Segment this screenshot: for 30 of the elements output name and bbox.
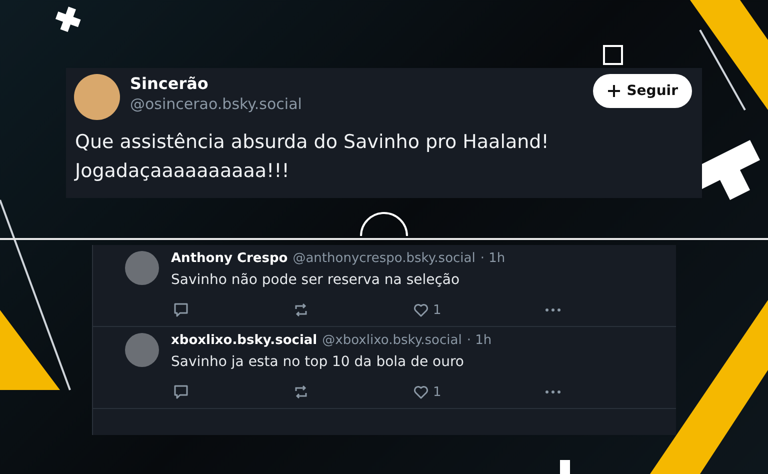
author-handle: @xboxlixo.bsky.social	[322, 333, 462, 348]
post-time: · 1h	[466, 333, 492, 348]
heart-icon	[413, 302, 429, 318]
speech-bubble-icon	[173, 384, 189, 400]
repost-icon	[293, 302, 309, 318]
heart-icon	[413, 384, 429, 400]
reply-text: Savinho ja esta no top 10 da bola de ouro	[171, 354, 465, 370]
avatar	[74, 74, 120, 120]
speech-bubble-icon	[173, 302, 189, 318]
reply-text: Savinho não pode ser reserva na seleção	[171, 272, 461, 288]
repost-icon	[293, 384, 309, 400]
plus-icon	[606, 84, 621, 98]
avatar	[125, 333, 159, 367]
follow-button[interactable]: Seguir	[592, 74, 692, 108]
more-icon	[545, 308, 562, 312]
author-name: xboxlixo.bsky.social	[171, 333, 318, 348]
semicircle-decoration	[360, 212, 408, 236]
author-handle: @osincerao.bsky.social	[130, 95, 303, 113]
author-name: Anthony Crespo	[171, 251, 288, 266]
avatar	[125, 251, 159, 285]
square-decoration	[603, 45, 623, 65]
post-text: Que assistência absurda do Savinho pro Haaland! Jogadaçaaaaaaaaaa!!!	[75, 130, 550, 184]
more-button[interactable]	[543, 388, 564, 396]
author-name: Sincerão	[130, 74, 210, 93]
like-button[interactable]: 1	[411, 300, 444, 320]
more-button[interactable]	[543, 306, 564, 314]
like-button[interactable]: 1	[411, 382, 444, 402]
post-time: · 1h	[480, 251, 506, 266]
author-handle: @anthonycrespo.bsky.social	[292, 251, 476, 266]
more-icon	[545, 390, 562, 394]
